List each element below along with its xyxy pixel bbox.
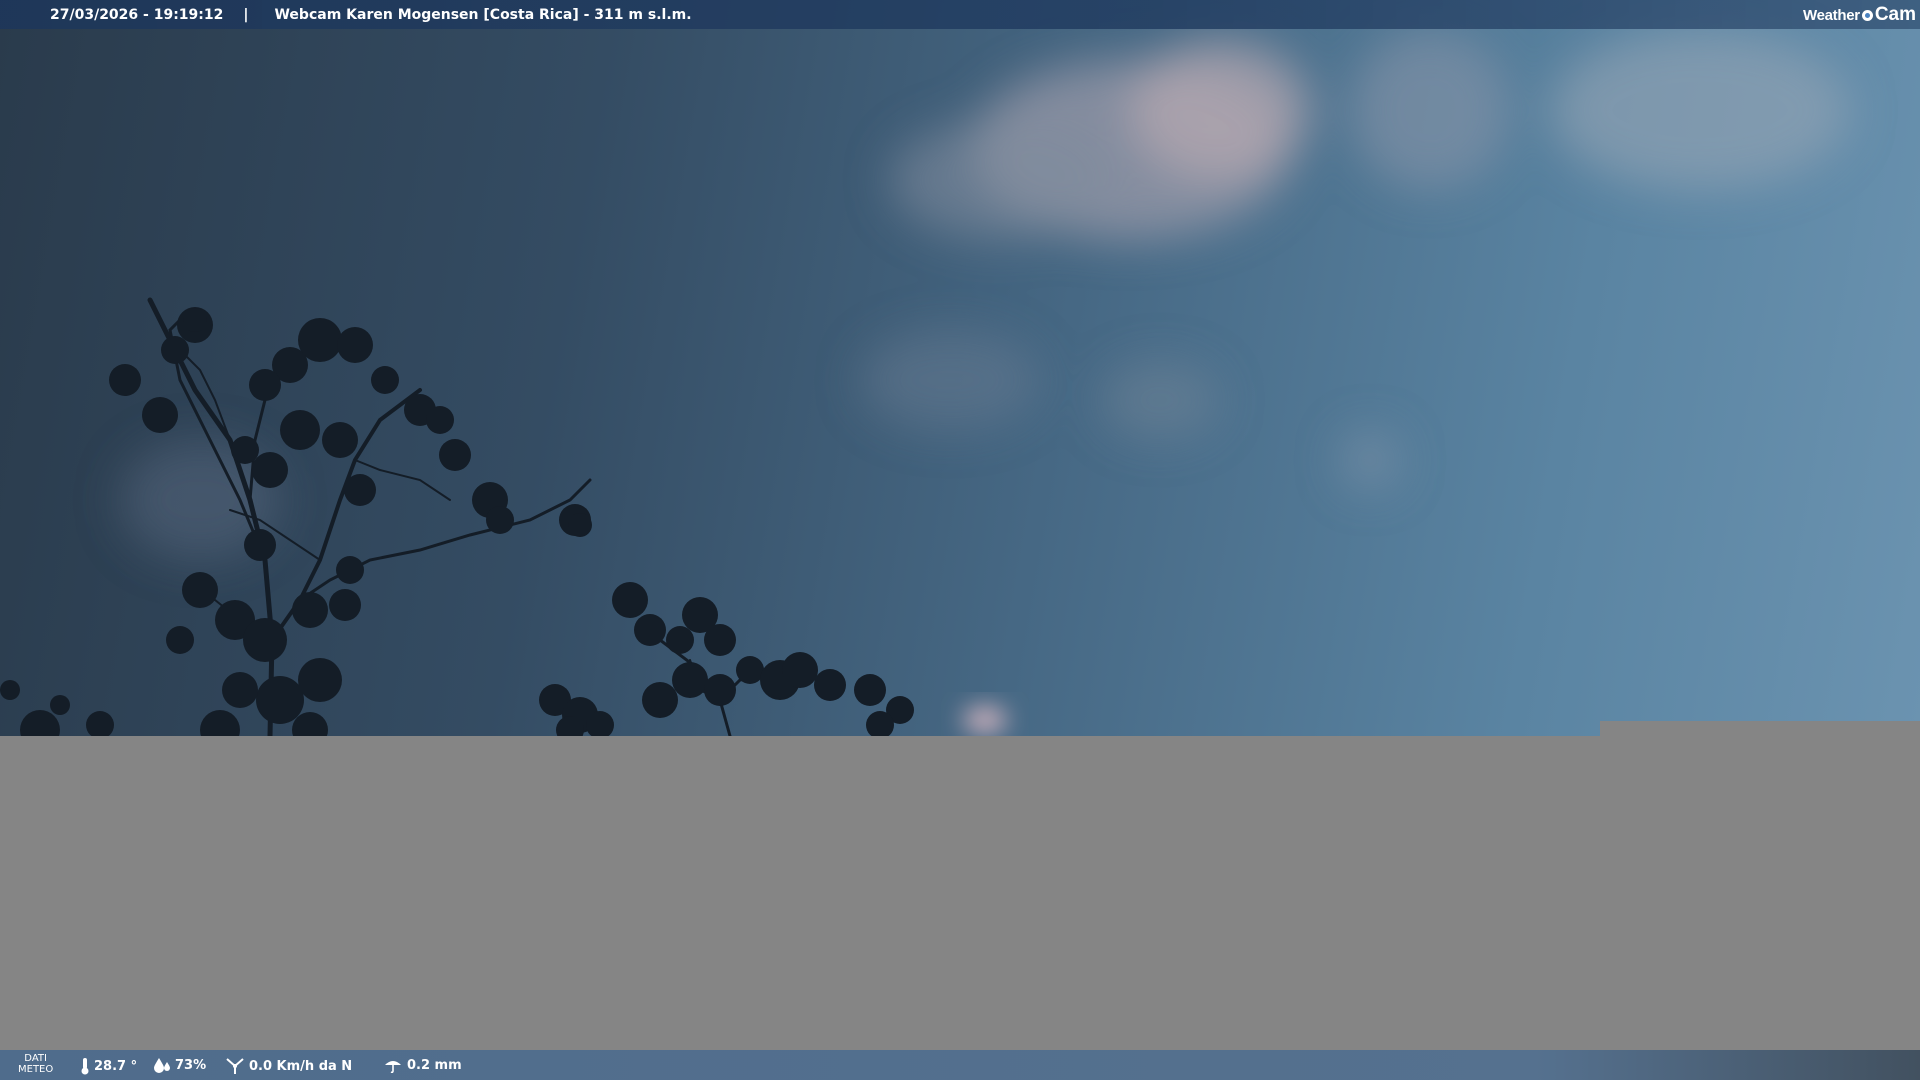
logo-dot-icon — [1861, 9, 1873, 21]
header-bar: 27/03/2026 - 19:19:12 | Webcam Karen Mog… — [0, 0, 1920, 29]
occlusion-notch — [1600, 721, 1920, 737]
webcam-frame: 27/03/2026 - 19:19:12 | Webcam Karen Mog… — [0, 0, 1920, 1080]
occlusion-block — [0, 736, 1920, 1050]
rain-readout: 0.2 mm — [383, 1057, 462, 1073]
wind-readout: 0.0 Km/h da N — [225, 1057, 352, 1075]
weathercam-logo[interactable]: Weather Cam — [1803, 4, 1916, 26]
logo-weather-text: Weather — [1803, 6, 1860, 24]
thermometer-icon — [81, 1058, 89, 1075]
dati-meteo-label[interactable]: DATI METEO — [18, 1053, 53, 1075]
webcam-title: Webcam Karen Mogensen [Costa Rica] - 311… — [274, 6, 692, 23]
wind-icon — [226, 1058, 244, 1074]
weather-data-bar: DATI METEO 28.7 ° 73% 0.0 Km/h da N 0.2 … — [0, 1050, 1920, 1080]
rain-icon — [385, 1061, 401, 1073]
temperature-readout: 28.7 ° — [80, 1057, 137, 1075]
dati-label-line2: METEO — [18, 1064, 54, 1075]
clouds — [120, 30, 1850, 560]
humidity-value: 73% — [175, 1057, 207, 1073]
sky-scene — [0, 30, 1850, 736]
wind-value: 0.0 Km/h da N — [249, 1058, 353, 1074]
logo-cam-text: Cam — [1874, 4, 1916, 25]
header-separator: | — [243, 6, 249, 23]
humidity-readout: 73% — [153, 1057, 206, 1073]
rain-value: 0.2 mm — [407, 1057, 462, 1073]
timestamp: 27/03/2026 - 19:19:12 — [50, 6, 224, 23]
dati-label-line1: DATI — [24, 1053, 47, 1064]
temperature-value: 28.7 ° — [94, 1058, 138, 1074]
humidity-icon — [154, 1058, 170, 1073]
